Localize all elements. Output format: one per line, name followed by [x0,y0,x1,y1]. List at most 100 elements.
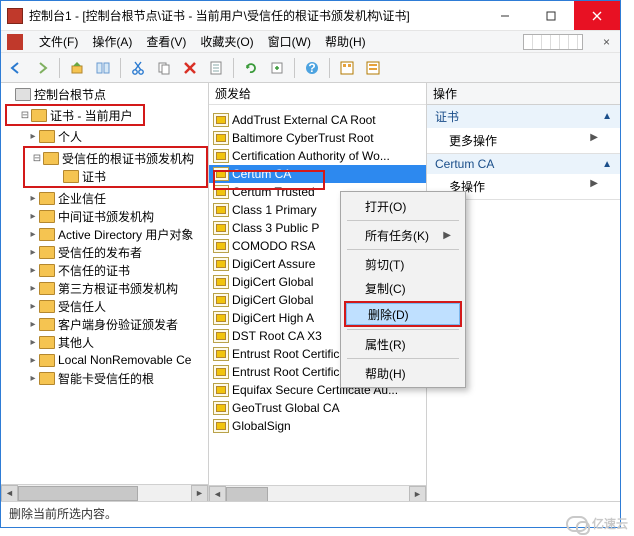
ctx-separator [347,220,459,221]
watermark: 亿速云 [566,515,628,532]
actions-more[interactable]: 更多操作▶ [427,128,620,153]
tree-item[interactable]: ▸受信任人 [1,297,208,315]
cert-row[interactable]: Baltimore CyberTrust Root [209,129,426,147]
tree-item[interactable]: ▸中间证书颁发机构 [1,207,208,225]
help-button[interactable]: ? [301,57,323,79]
tree-item[interactable]: ▸受信任的发布者 [1,243,208,261]
tree-item[interactable]: ▸个人 [1,127,208,145]
cert-row[interactable]: GeoTrust Global CA [209,399,426,417]
cert-name: DigiCert Global [232,293,313,307]
scroll-right-button[interactable]: ► [409,486,426,502]
actions-header: 操作 [427,83,620,105]
maximize-button[interactable] [528,1,574,30]
up-button[interactable] [66,57,88,79]
tree-label: 控制台根节点 [34,86,106,103]
mdi-controls[interactable] [523,34,583,50]
tree-item[interactable]: ▸智能卡受信任的根 [1,369,208,387]
actions-sec-hdr[interactable]: Certum CA▲ [427,154,620,174]
tree-trusted-root[interactable]: ⊟受信任的根证书颁发机构 [27,149,204,167]
menu-window[interactable]: 窗口(W) [268,33,311,50]
submenu-arrow-icon: ▶ [443,230,451,241]
scroll-thumb[interactable] [226,487,268,502]
menu-view[interactable]: 查看(V) [146,33,186,50]
tree-item[interactable]: ▸不信任的证书 [1,261,208,279]
cut-button[interactable] [127,57,149,79]
ctx-cut[interactable]: 剪切(T) [343,252,463,276]
tree-hscroll[interactable]: ◄ ► [1,484,208,501]
ctx-all-tasks[interactable]: 所有任务(K)▶ [343,223,463,247]
tree-label: 企业信任 [58,190,106,207]
tree-label: 证书 [82,168,106,185]
cert-icon [213,419,229,433]
status-text: 删除当前所选内容。 [9,507,117,521]
actions-section-certs: 证书▲ 更多操作▶ [427,105,620,154]
scroll-left-button[interactable]: ◄ [209,486,226,502]
actions-sec-hdr[interactable]: 证书▲ [427,105,620,128]
properties-button[interactable] [205,57,227,79]
tree-item[interactable]: ▸企业信任 [1,189,208,207]
cert-row[interactable]: AddTrust External CA Root [209,111,426,129]
menu-help[interactable]: 帮助(H) [325,33,366,50]
console-tree[interactable]: 控制台根节点 ⊟证书 - 当前用户 ▸个人 ⊟受信任的根证书颁发机构 证书 ▸企… [1,83,208,389]
export-button[interactable] [266,57,288,79]
tree-label: 个人 [58,128,82,145]
ctx-delete[interactable]: 删除(D) [346,303,460,325]
menu-file[interactable]: 文件(F) [39,33,78,50]
tree-certs-user[interactable]: ⊟证书 - 当前用户 [9,106,141,124]
cert-icon [213,149,229,163]
view-mode-2[interactable] [362,57,384,79]
tree-certs-folder[interactable]: 证书 [27,167,204,185]
toolbar: ? [1,53,620,83]
ctx-open[interactable]: 打开(O) [343,194,463,218]
show-hide-button[interactable] [92,57,114,79]
scroll-left-button[interactable]: ◄ [1,485,18,502]
minimize-button[interactable] [482,1,528,30]
cert-name: DigiCert Global [232,275,313,289]
cert-name: Certum Trusted [232,185,315,199]
tree-label: 受信任的根证书颁发机构 [62,150,194,167]
cert-name: Class 1 Primary [232,203,317,217]
column-header-issued-to[interactable]: 颁发给 [209,83,426,105]
delete-button[interactable] [179,57,201,79]
cert-name: Certification Authority of Wo... [232,149,390,163]
view-mode-1[interactable] [336,57,358,79]
ctx-copy[interactable]: 复制(C) [343,276,463,300]
tree-item[interactable]: ▸其他人 [1,333,208,351]
toolbar-divider [329,58,330,78]
toolbar-divider [294,58,295,78]
forward-button[interactable] [31,57,53,79]
ctx-separator [347,358,459,359]
cert-row[interactable]: GlobalSign [209,417,426,435]
scroll-right-button[interactable]: ► [191,485,208,502]
watermark-icon [566,516,588,532]
cert-name: DST Root CA X3 [232,329,322,343]
cert-icon [213,293,229,307]
menu-favorites[interactable]: 收藏夹(O) [200,33,253,50]
tree-root[interactable]: 控制台根节点 [1,85,208,103]
scroll-thumb[interactable] [18,486,138,501]
back-button[interactable] [5,57,27,79]
tree-item[interactable]: ▸Local NonRemovable Ce [1,351,208,369]
toolbar-divider [59,58,60,78]
tree-item[interactable]: ▸第三方根证书颁发机构 [1,279,208,297]
tree-label: 证书 - 当前用户 [50,107,133,124]
tree-label: 客户端身份验证颁发者 [58,316,178,333]
copy-button[interactable] [153,57,175,79]
refresh-button[interactable] [240,57,262,79]
menu-action[interactable]: 操作(A) [92,33,132,50]
tree-item[interactable]: ▸客户端身份验证颁发者 [1,315,208,333]
ctx-help[interactable]: 帮助(H) [343,361,463,385]
list-hscroll[interactable]: ◄ ► [209,485,426,501]
cert-name: Baltimore CyberTrust Root [232,131,374,145]
cert-icon [213,185,229,199]
ctx-separator [347,329,459,330]
close-button[interactable] [574,1,620,30]
mdi-close-button[interactable]: × [599,35,614,49]
tree-item[interactable]: ▸Active Directory 用户对象 [1,225,208,243]
cert-row[interactable]: Certum CA [209,165,426,183]
cert-name: GlobalSign [232,419,291,433]
ctx-properties[interactable]: 属性(R) [343,332,463,356]
context-menu: 打开(O) 所有任务(K)▶ 剪切(T) 复制(C) 删除(D) 属性(R) 帮… [340,191,466,388]
cert-row[interactable]: Certification Authority of Wo... [209,147,426,165]
mmc-window: 控制台1 - [控制台根节点\证书 - 当前用户\受信任的根证书颁发机构\证书]… [0,0,621,528]
